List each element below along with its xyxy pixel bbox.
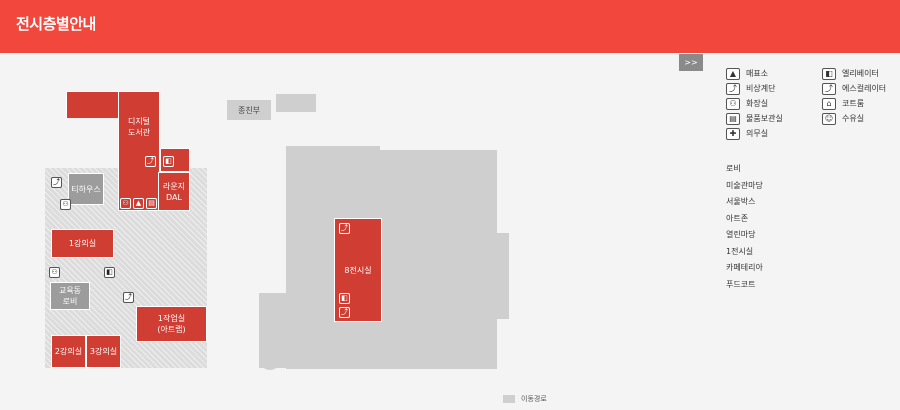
shop-icon: ▲: [726, 67, 740, 80]
escalator-icon: ⤴: [822, 82, 836, 95]
restroom-icon: ⚇: [49, 267, 60, 278]
room-lounge[interactable]: 라운지 DAL: [158, 172, 190, 211]
room-digital-library-body[interactable]: 디지털 도서관: [118, 91, 160, 211]
room-lecture-2[interactable]: 2강의실: [51, 335, 86, 368]
first-aid-icon: ✚: [726, 127, 740, 140]
room-workshop-artlab[interactable]: 1작업실 (아트랩): [136, 306, 207, 342]
nursing-room-icon: ☺: [822, 112, 836, 125]
room-education-lobby[interactable]: 교육동 로비: [50, 282, 90, 310]
elevator-icon: ◧: [339, 293, 350, 304]
locker-icon: ▤: [726, 112, 740, 125]
page-title: 전시층별안내: [16, 15, 96, 33]
floor-link-food-court[interactable]: 푸드코트: [726, 279, 755, 290]
restroom-icon: ⚇: [120, 198, 131, 209]
legend-item-locker: ▤ 물품보관실: [726, 112, 783, 125]
route-legend: 이동경로: [503, 394, 547, 404]
restroom-icon: ⚇: [60, 199, 71, 210]
legend-item-emergency-stairs: ⤴ 비상계단: [726, 82, 775, 95]
collapse-panel-button[interactable]: >>: [679, 54, 703, 71]
locker-icon: ▤: [146, 198, 157, 209]
escalator-icon: ⤴: [339, 307, 350, 318]
restroom-icon: ⚇: [726, 97, 740, 110]
route-label: 이동경로: [521, 395, 547, 403]
emergency-stairs-icon: ⤴: [726, 82, 740, 95]
central-building-round: [259, 348, 281, 370]
legend-item-first-aid: ✚ 의무실: [726, 127, 768, 140]
floor-link-museum-yard[interactable]: 미술관마당: [726, 180, 763, 191]
legend-item-escalator: ⤴ 에스컬레이터: [822, 82, 886, 95]
escalator-icon: ⤴: [123, 292, 134, 303]
room-lecture-1[interactable]: 1강의실: [51, 229, 114, 258]
legend-item-restroom: ⚇ 화장실: [726, 97, 768, 110]
floor-link-seoul-box[interactable]: 서울박스: [726, 196, 755, 207]
label-jongchinbu: 종친부: [237, 105, 261, 115]
central-building: [286, 146, 497, 369]
room-label-education-lobby: 교육동 로비: [58, 286, 82, 306]
shop-icon: ▲: [133, 198, 144, 209]
room-label-exhibition-8: 8전시실: [344, 265, 372, 275]
floor-link-lobby[interactable]: 로비: [726, 163, 741, 174]
central-building-notch: [380, 146, 497, 150]
coat-room-icon: ⌂: [822, 97, 836, 110]
route-swatch: [503, 395, 515, 403]
room-lecture-3[interactable]: 3강의실: [86, 335, 121, 368]
floor-link-gallery-1[interactable]: 1전시실: [726, 246, 753, 257]
room-label-lecture-3: 3강의실: [89, 347, 118, 356]
room-label-workshop: 1작업실 (아트랩): [157, 314, 186, 334]
legend-item-elevator: ◧ 엘리베이터: [822, 67, 879, 80]
room-label-tea-house: 티하우스: [71, 184, 101, 194]
central-building-right-edge: [497, 233, 509, 319]
elevator-icon: ◧: [822, 67, 836, 80]
room-label-lecture-2: 2강의실: [54, 347, 83, 356]
legend-item-ticket: ▲ 매표소: [726, 67, 768, 80]
floor-link-art-zone[interactable]: 아트존: [726, 213, 748, 224]
floor-link-cafeteria[interactable]: 카페테리아: [726, 262, 763, 273]
elevator-icon: ◧: [104, 267, 115, 278]
escalator-icon: ⤴: [145, 156, 156, 167]
small-block: [276, 94, 316, 112]
legend-item-coatroom: ⌂ 코트룸: [822, 97, 864, 110]
header-bar: 전시층별안내: [0, 0, 900, 53]
floor-link-open-yard[interactable]: 열린마당: [726, 229, 755, 240]
elevator-icon: ◧: [163, 156, 174, 167]
jongchinbu-block: 종친부: [227, 100, 271, 120]
room-label-lecture-1: 1강의실: [68, 239, 97, 248]
escalator-icon: ⤴: [339, 223, 350, 234]
room-label-digital-library: 디지털 도서관: [127, 117, 151, 137]
legend-item-nursing: ☺ 수유실: [822, 112, 864, 125]
room-tea-house[interactable]: 티하우스: [68, 173, 104, 205]
escalator-icon: ⤴: [51, 177, 62, 188]
room-label-lounge: 라운지 DAL: [162, 181, 186, 202]
